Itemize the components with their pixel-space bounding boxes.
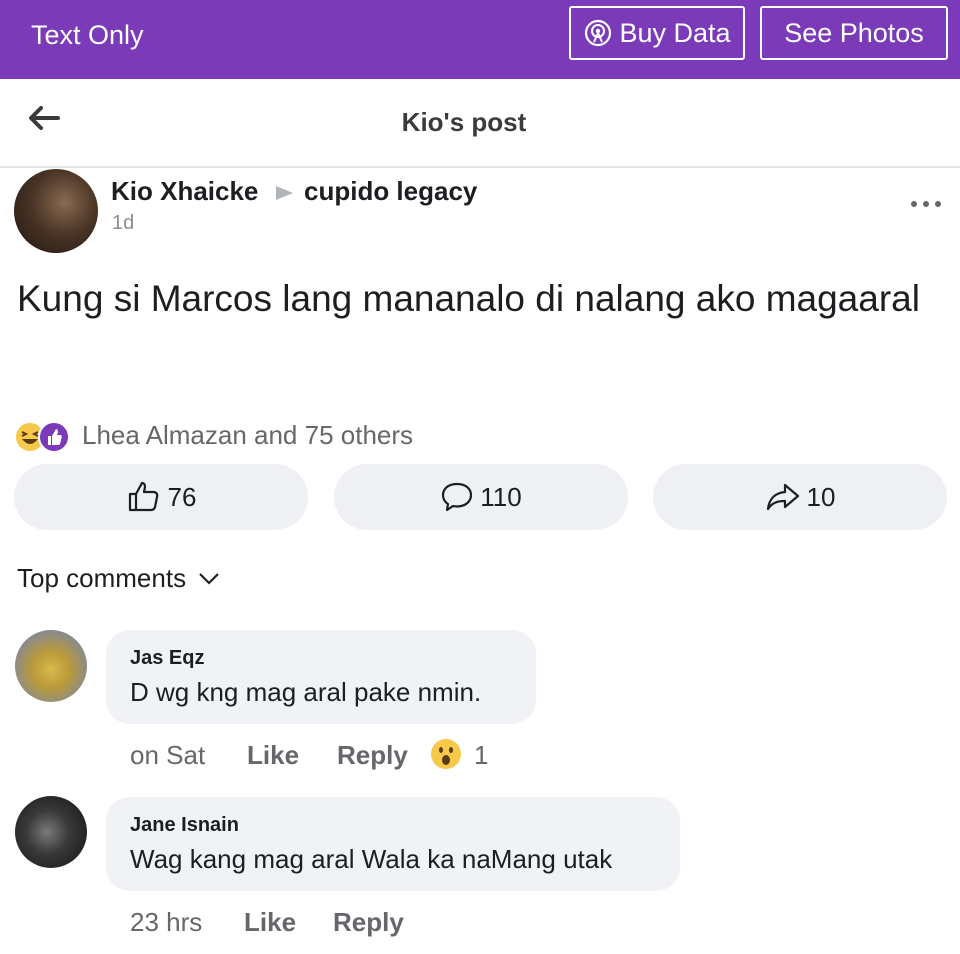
more-options-icon[interactable] bbox=[908, 192, 944, 216]
comment-like-button[interactable]: Like bbox=[244, 907, 296, 938]
page-title: Kio's post bbox=[401, 107, 527, 137]
comment-reply-button[interactable]: Reply bbox=[337, 740, 408, 771]
text-only-link[interactable]: Text Only bbox=[31, 20, 144, 51]
comment-text: Wag kang mag aral Wala ka naMang utak bbox=[130, 844, 613, 874]
author-name[interactable]: Kio Xhaicke bbox=[111, 176, 258, 207]
commenter-avatar[interactable] bbox=[15, 796, 87, 868]
comment-bubble-icon bbox=[442, 482, 473, 512]
thumbs-up-icon bbox=[128, 481, 158, 512]
share-count: 10 bbox=[806, 481, 836, 512]
buy-data-label: Buy Data bbox=[619, 17, 731, 48]
broadcast-icon bbox=[585, 19, 612, 47]
like-count: 76 bbox=[167, 481, 197, 512]
top-comments-label: Top comments bbox=[17, 563, 187, 593]
comment-bubble: Jane Isnain Wag kang mag aral Wala ka na… bbox=[106, 797, 680, 891]
chevron-down-icon bbox=[199, 572, 219, 585]
group-name[interactable]: cupido legacy bbox=[304, 176, 477, 207]
commenter-name[interactable]: Jas Eqz bbox=[130, 647, 204, 670]
like-button[interactable]: 76 bbox=[14, 464, 308, 530]
post-header: Kio's post bbox=[0, 79, 960, 168]
buy-data-button[interactable]: Buy Data bbox=[569, 6, 745, 60]
author-avatar[interactable] bbox=[14, 169, 98, 253]
commenter-name[interactable]: Jane Isnain bbox=[130, 814, 239, 837]
comment-reaction-count[interactable]: 1 bbox=[474, 740, 488, 771]
top-comments-filter[interactable]: Top comments bbox=[17, 563, 220, 594]
comment-count: 110 bbox=[480, 481, 522, 512]
reaction-icons[interactable] bbox=[14, 421, 70, 453]
see-photos-label: See Photos bbox=[784, 17, 924, 48]
shared-to-arrow-icon bbox=[276, 186, 293, 200]
share-button[interactable]: 10 bbox=[653, 464, 947, 530]
top-bar: Text Only Buy Data See Photos bbox=[0, 0, 960, 79]
comment-button[interactable]: 110 bbox=[334, 464, 628, 530]
like-icon bbox=[38, 421, 70, 453]
post-time[interactable]: 1d bbox=[112, 212, 134, 235]
comment-like-button[interactable]: Like bbox=[247, 740, 299, 771]
comment-text: D wg kng mag aral pake nmin. bbox=[130, 677, 482, 707]
wow-icon bbox=[431, 739, 461, 769]
reaction-summary[interactable]: Lhea Almazan and 75 others bbox=[82, 420, 413, 451]
comment-time[interactable]: 23 hrs bbox=[130, 907, 202, 938]
comment-reply-button[interactable]: Reply bbox=[333, 907, 404, 938]
share-arrow-icon bbox=[766, 483, 799, 511]
comment-bubble: Jas Eqz D wg kng mag aral pake nmin. bbox=[106, 630, 536, 724]
comment-time[interactable]: on Sat bbox=[130, 740, 205, 771]
commenter-avatar[interactable] bbox=[15, 630, 87, 702]
post-text: Kung si Marcos lang mananalo di nalang a… bbox=[17, 278, 920, 319]
see-photos-button[interactable]: See Photos bbox=[760, 6, 948, 60]
